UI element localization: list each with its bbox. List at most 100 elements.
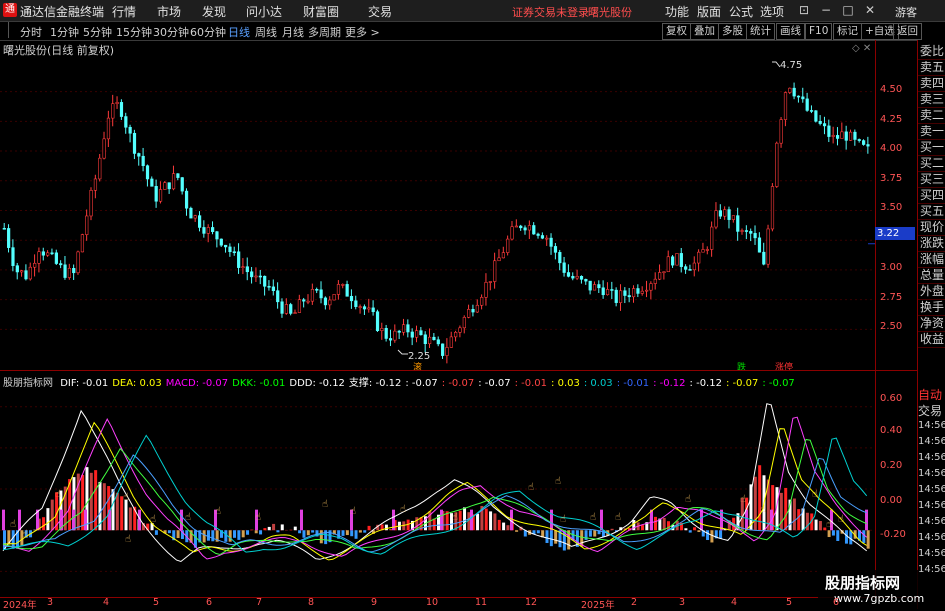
side-tab-7[interactable]: 买二 [918,155,945,172]
candle-body [663,272,666,273]
candle-body [576,276,579,278]
indicator-value: : -0.07 [726,378,758,389]
tab-1min[interactable]: 1分钟 [50,24,79,40]
guest-label[interactable]: 游客 [895,4,917,20]
indicator-values: DIF: -0.01DEA: 0.03MACD: -0.07DKK: -0.01… [60,378,799,389]
macd-bar [272,524,275,530]
side-tab-18[interactable]: 收益 [918,331,945,348]
side-tab-17[interactable]: 净资 [918,315,945,332]
side-tab-11[interactable]: 现价 [918,219,945,236]
low-marker [398,350,408,354]
side-tab-1[interactable]: 卖五 [918,59,945,76]
candle-body [25,271,28,279]
menu-market[interactable]: 市场 [157,3,181,20]
side-tab-10[interactable]: 买五 [918,203,945,220]
y-tick: 4.25 [880,114,902,125]
adjust-button[interactable]: 复权 [662,23,691,40]
restore-icon[interactable]: ⊡ [794,1,814,19]
maximize-icon[interactable]: □ [838,1,858,19]
candle-body [285,304,288,313]
date-tick: 6 [206,597,212,608]
signal-bar [72,510,75,531]
login-status[interactable]: 证券交易未登录 [512,4,589,20]
statistics-button[interactable]: 统计 [746,23,775,40]
trade-label[interactable]: 交易 [918,402,942,419]
price-chart[interactable] [0,40,875,370]
candle-body [7,228,10,247]
tab-intraday[interactable]: 分时 [20,24,42,40]
back-button[interactable]: 返回 [893,23,922,40]
candle-body [294,313,297,314]
candle-body [125,117,128,128]
macd-bar [641,525,644,530]
candle-body [198,216,201,228]
ind-y-tick: -0.20 [880,529,906,540]
side-tab-16[interactable]: 换手 [918,299,945,316]
side-tab-5[interactable]: 卖一 [918,123,945,140]
menu-trade[interactable]: 交易 [368,3,392,20]
candle-body [368,308,371,309]
tab-more[interactable]: 更多 > [345,24,380,40]
tab-multi-period[interactable]: 多周期 [308,24,341,40]
draw-line-button[interactable]: 画线 [776,23,805,40]
close-icon[interactable]: ✕ [860,1,880,19]
chart-options-icon[interactable]: ◇ ✕ [852,43,871,54]
auto-label[interactable]: 自动 [918,386,942,403]
menu-functions[interactable]: 功能 [665,3,689,20]
side-tab-9[interactable]: 买四 [918,187,945,204]
side-tab-4[interactable]: 卖二 [918,107,945,124]
side-tab-3[interactable]: 卖三 [918,91,945,108]
date-tick: 5 [786,597,792,608]
tab-daily[interactable]: 日线 [228,24,250,40]
candle-body [324,298,327,305]
candle-body [572,276,575,278]
app-title: 通达信金融终端 [20,3,104,20]
candle-body [559,252,562,262]
tab-30min[interactable]: 30分钟 [153,24,189,40]
macd-bar [489,511,492,530]
candle-body [72,268,75,272]
side-tab-13[interactable]: 涨幅 [918,251,945,268]
candle-body [38,252,41,264]
date-tick: 8 [308,597,314,608]
side-tab-8[interactable]: 买三 [918,171,945,188]
menu-discover[interactable]: 发现 [202,3,226,20]
macd-bar [385,525,388,531]
candle-body [671,257,674,265]
date-tick: 10 [426,597,438,608]
tab-15min[interactable]: 15分钟 [116,24,152,40]
tab-weekly[interactable]: 周线 [255,24,277,40]
macd-bar [298,530,301,533]
multi-stock-button[interactable]: 多股 [718,23,747,40]
candle-body [29,267,32,279]
side-tab-0[interactable]: 委比 [918,43,945,60]
candle-body [780,120,783,144]
candle-body [654,279,657,283]
side-tab-15[interactable]: 外盘 [918,283,945,300]
side-tab-14[interactable]: 总量 [918,267,945,284]
f10-button[interactable]: F10 [805,23,832,40]
side-tab-2[interactable]: 卖四 [918,75,945,92]
candle-body [463,317,466,327]
indicator-value: DIF: -0.01 [60,378,108,389]
hand-pointer-icon: ☝ [826,519,832,530]
side-tab-12[interactable]: 涨跌 [918,235,945,252]
menu-options[interactable]: 选项 [760,3,784,20]
candle-body [606,289,609,294]
mark-button[interactable]: 标记 [833,23,862,40]
menu-ask-xiaoda[interactable]: 问小达 [246,3,282,20]
indicator-chart[interactable]: ☝☝☝☝☝☝☝☝☝☝☝☝☝☝☝☝☝☝☝☝☝☝☝☝ [0,372,875,597]
overlay-button[interactable]: 叠加 [690,23,719,40]
menu-wealth-circle[interactable]: 财富圈 [303,3,339,20]
minimize-icon[interactable]: − [816,1,836,19]
indicator-value: MACD: -0.07 [166,378,228,389]
menu-formula[interactable]: 公式 [729,3,753,20]
tab-monthly[interactable]: 月线 [282,24,304,40]
menu-layout[interactable]: 版面 [697,3,721,20]
candle-body [81,235,84,252]
candle-body [107,118,110,139]
tab-60min[interactable]: 60分钟 [190,24,226,40]
tab-5min[interactable]: 5分钟 [83,24,112,40]
side-tab-6[interactable]: 买一 [918,139,945,156]
menu-market-quotes[interactable]: 行情 [112,3,136,20]
